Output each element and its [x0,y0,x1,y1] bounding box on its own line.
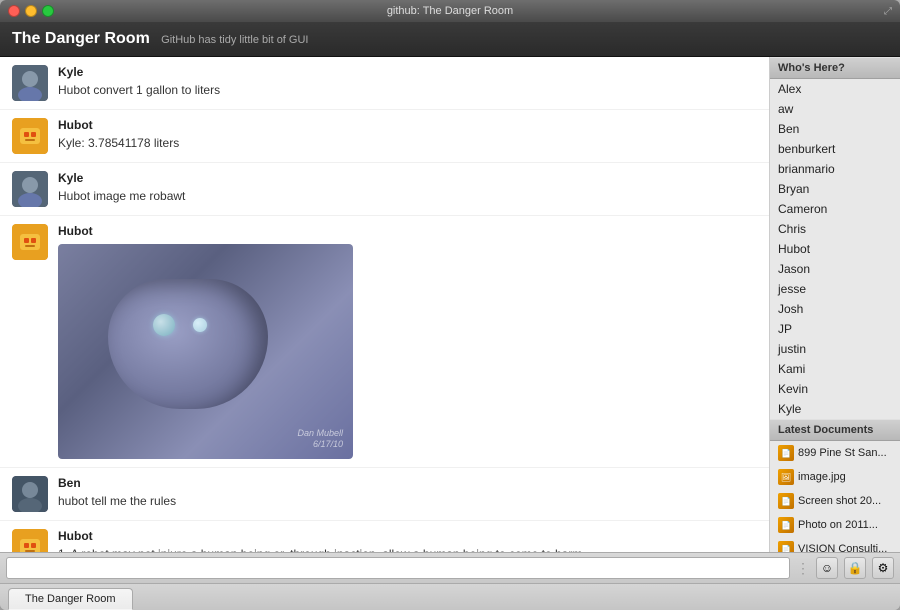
avatar [12,171,48,207]
doc-label: VISION Consulti... [798,543,887,552]
sidebar-doc-3[interactable]: 📄 Screen shot 20... [770,489,900,513]
sidebar-item-brianmario[interactable]: brianmario [770,159,900,179]
avatar [12,224,48,260]
sidebar-doc-5[interactable]: 📄 VISION Consulti... [770,537,900,552]
chat-area[interactable]: Kyle Hubot convert 1 gallon to liters [0,57,770,552]
message-author: Hubot [58,529,757,543]
doc-label: Photo on 2011... [798,519,878,531]
message-text: 1. A robot may not injure a human being … [58,545,757,552]
sidebar-item-bryan[interactable]: Bryan [770,179,900,199]
doc-icon: 📄 [778,445,794,461]
message-content: Ben hubot tell me the rules [58,476,757,510]
input-divider: ⋮ [796,560,810,577]
doc-icon: 📄 [778,493,794,509]
main-area: Kyle Hubot convert 1 gallon to liters [0,57,900,552]
tab-danger-room[interactable]: The Danger Room [8,588,133,610]
tab-bar: The Danger Room [0,583,900,610]
message-author: Kyle [58,65,757,79]
sidebar-item-hubot[interactable]: Hubot [770,239,900,259]
window-title: github: The Danger Room [387,5,513,17]
sidebar-item-josh[interactable]: Josh [770,299,900,319]
avatar [12,476,48,512]
doc-label: image.jpg [798,471,846,483]
message-text: hubot tell me the rules [58,492,757,510]
message-text: Hubot image me robawt [58,187,757,205]
doc-icon: 📄 [778,517,794,533]
message-text: Kyle: 3.78541178 liters [58,134,757,152]
settings-button[interactable]: ⚙ [872,557,894,579]
lock-button[interactable]: 🔒 [844,557,866,579]
chat-header: The Danger Room GitHub has tidy little b… [0,22,900,57]
sidebar-item-kevin[interactable]: Kevin [770,379,900,399]
avatar [12,65,48,101]
resize-icon[interactable]: ⤢ [884,6,892,17]
message-text: Hubot convert 1 gallon to liters [58,81,757,99]
title-bar: github: The Danger Room ⤢ [0,0,900,22]
message-content: Kyle Hubot convert 1 gallon to liters [58,65,757,99]
robot-image: Dan Mubell 6/17/10 [58,244,353,459]
sidebar-doc-2[interactable]: 🖼 image.jpg [770,465,900,489]
sidebar-item-ben[interactable]: Ben [770,119,900,139]
doc-icon: 📄 [778,541,794,552]
message-author: Ben [58,476,757,490]
sidebar-doc-1[interactable]: 📄 899 Pine St San... [770,441,900,465]
latest-docs-header: Latest Documents [770,419,900,441]
minimize-button[interactable] [25,5,37,17]
message-group: Kyle Hubot convert 1 gallon to liters [0,57,769,110]
maximize-button[interactable] [42,5,54,17]
robot-signature: Dan Mubell 6/17/10 [297,428,343,451]
sidebar-item-chris[interactable]: Chris [770,219,900,239]
message-content: Hubot 1. A robot may not injure a human … [58,529,757,552]
robot-eye-left [153,314,175,336]
sidebar-item-kami[interactable]: Kami [770,359,900,379]
sidebar-item-jason[interactable]: Jason [770,259,900,279]
message-author: Hubot [58,224,757,238]
chat-input[interactable] [6,557,790,579]
message-content: Hubot Kyle: 3.78541178 liters [58,118,757,152]
sidebar-item-jesse[interactable]: jesse [770,279,900,299]
message-group: Hubot 1. A robot may not injure a human … [0,521,769,552]
message-group: Hubot Kyle: 3.78541178 liters [0,110,769,163]
input-bar: ⋮ ☺ 🔒 ⚙ [0,552,900,583]
sidebar-item-justin[interactable]: justin [770,339,900,359]
sidebar-item-alex[interactable]: Alex [770,79,900,99]
doc-icon: 🖼 [778,469,794,485]
close-button[interactable] [8,5,20,17]
message-author: Kyle [58,171,757,185]
sidebar-item-jp[interactable]: JP [770,319,900,339]
sidebar-item-cameron[interactable]: Cameron [770,199,900,219]
message-group: Hubot Dan Mubell 6/17/10 [0,216,769,468]
avatar [12,529,48,552]
traffic-lights [8,5,54,17]
main-window: github: The Danger Room ⤢ The Danger Roo… [0,0,900,610]
sidebar: Who's Here? Alex aw Ben benburkert brian… [770,57,900,552]
sidebar-item-aw[interactable]: aw [770,99,900,119]
message-content: Kyle Hubot image me robawt [58,171,757,205]
robot-head [108,279,268,409]
robot-eye-right [193,318,207,332]
message-group: Kyle Hubot image me robawt [0,163,769,216]
avatar [12,118,48,154]
sidebar-doc-4[interactable]: 📄 Photo on 2011... [770,513,900,537]
whos-here-header: Who's Here? [770,57,900,79]
smiley-button[interactable]: ☺ [816,557,838,579]
doc-label: 899 Pine St San... [798,447,887,459]
sidebar-item-kyle[interactable]: Kyle [770,399,900,419]
message-content: Hubot Dan Mubell 6/17/10 [58,224,757,459]
message-author: Hubot [58,118,757,132]
room-name: The Danger Room [12,30,150,47]
sidebar-item-benburkert[interactable]: benburkert [770,139,900,159]
message-group: Ben hubot tell me the rules [0,468,769,521]
room-subtitle: GitHub has tidy little bit of GUI [161,34,308,46]
doc-label: Screen shot 20... [798,495,881,507]
